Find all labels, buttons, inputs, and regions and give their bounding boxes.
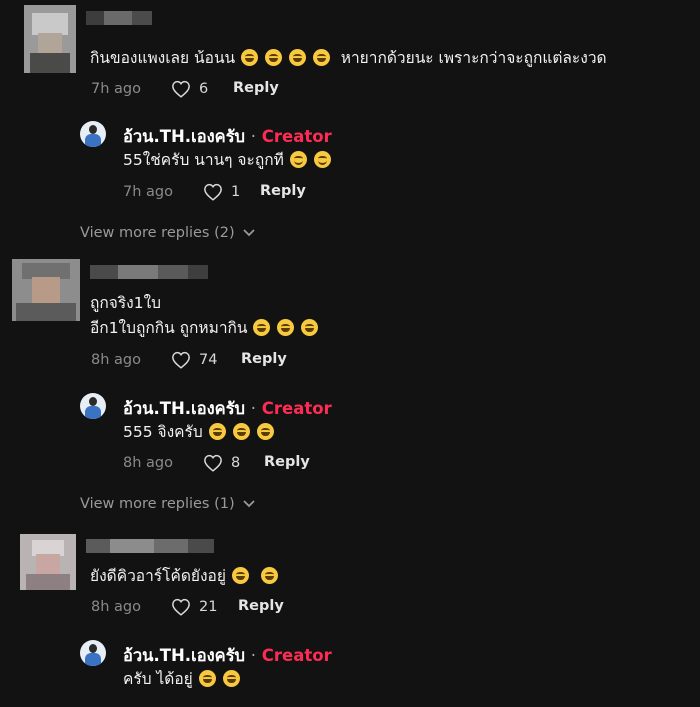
- creator-name[interactable]: อ้วน.TH.เองครับ: [123, 127, 245, 146]
- reply-text: ครับ ได้อยู่: [123, 668, 241, 690]
- reply-button[interactable]: Reply: [264, 454, 310, 470]
- heart-icon[interactable]: [171, 598, 191, 616]
- creator-avatar[interactable]: [80, 393, 106, 419]
- grinning-emoji-icon: [256, 423, 274, 440]
- reply-button[interactable]: Reply: [260, 183, 306, 199]
- creator-name[interactable]: อ้วน.TH.เองครับ: [123, 399, 245, 418]
- like-button[interactable]: 6: [171, 80, 208, 98]
- sweat-smile-emoji-icon: [231, 567, 249, 584]
- creator-name-line[interactable]: อ้วน.TH.เองครับ · Creator: [123, 643, 332, 669]
- view-more-replies[interactable]: View more replies (1): [80, 496, 255, 512]
- grinning-emoji-icon: [232, 423, 250, 440]
- separator-dot: ·: [250, 127, 257, 146]
- like-button[interactable]: 1: [203, 183, 240, 201]
- user-avatar[interactable]: [24, 5, 76, 73]
- comment-time: 8h ago: [91, 352, 141, 368]
- creator-name-line[interactable]: อ้วน.TH.เองครับ · Creator: [123, 124, 332, 150]
- comment-time: 7h ago: [91, 81, 141, 97]
- comment-time: 8h ago: [91, 599, 141, 615]
- heart-icon[interactable]: [203, 454, 223, 472]
- laughing-emoji-icon: [301, 319, 319, 336]
- separator-dot: ·: [250, 399, 257, 418]
- like-count: 6: [199, 81, 209, 97]
- like-count: 74: [199, 352, 218, 368]
- creator-badge: Creator: [261, 127, 332, 146]
- reply-time: 8h ago: [123, 455, 173, 471]
- laughing-emoji-icon: [253, 319, 271, 336]
- like-count: 1: [231, 184, 241, 200]
- creator-avatar[interactable]: [80, 121, 106, 147]
- user-avatar[interactable]: [12, 259, 80, 321]
- like-button[interactable]: 21: [171, 598, 217, 616]
- comment-text: กินของแพงเลย น้อนน หายากด้วยนะ เพราะกว่า…: [90, 49, 607, 67]
- sweat-smile-emoji-icon: [260, 567, 278, 584]
- laughing-emoji-icon: [288, 49, 306, 66]
- creator-name-line[interactable]: อ้วน.TH.เองครับ · Creator: [123, 396, 332, 422]
- like-button[interactable]: 74: [171, 351, 217, 369]
- username-blurred[interactable]: [90, 264, 208, 279]
- creator-badge: Creator: [261, 399, 332, 418]
- view-more-label[interactable]: View more replies (1): [80, 496, 235, 512]
- laughing-emoji-icon: [241, 49, 259, 66]
- reply-button[interactable]: Reply: [241, 351, 287, 367]
- like-button[interactable]: 8: [203, 454, 240, 472]
- heart-icon[interactable]: [171, 351, 191, 369]
- comment-text: อีก1ใบถูกกิน ถูกหมากิน: [90, 317, 319, 339]
- reply-button[interactable]: Reply: [238, 598, 284, 614]
- grinning-emoji-icon: [198, 670, 216, 687]
- username-blurred[interactable]: [86, 10, 152, 25]
- grinning-emoji-icon: [222, 670, 240, 687]
- reply-text: 555 จิงครับ: [123, 421, 275, 443]
- laughing-emoji-icon: [265, 49, 283, 66]
- like-count: 21: [199, 599, 218, 615]
- user-avatar[interactable]: [20, 534, 76, 590]
- reply-text: 55ใช่ครับ นานๆ จะถูกที: [123, 149, 332, 171]
- chevron-down-icon: [243, 229, 255, 237]
- creator-name[interactable]: อ้วน.TH.เองครับ: [123, 646, 245, 665]
- smiling-emoji-icon: [313, 151, 331, 168]
- creator-badge: Creator: [261, 646, 332, 665]
- reply-time: 7h ago: [123, 184, 173, 200]
- smiling-emoji-icon: [289, 151, 307, 168]
- comment-text: ถูกจริง1ใบ: [90, 294, 162, 312]
- comment-text: ยังดีคิวอาร์โค้ดยังอยู่: [90, 565, 279, 587]
- view-more-replies[interactable]: View more replies (2): [80, 225, 255, 241]
- username-blurred[interactable]: [86, 538, 214, 553]
- grinning-emoji-icon: [208, 423, 226, 440]
- heart-icon[interactable]: [203, 183, 223, 201]
- separator-dot: ·: [250, 646, 257, 665]
- like-count: 8: [231, 455, 241, 471]
- chevron-down-icon: [243, 500, 255, 508]
- creator-avatar[interactable]: [80, 640, 106, 666]
- view-more-label[interactable]: View more replies (2): [80, 225, 235, 241]
- heart-icon[interactable]: [171, 80, 191, 98]
- laughing-emoji-icon: [277, 319, 295, 336]
- laughing-emoji-icon: [312, 49, 330, 66]
- comments-panel: กินของแพงเลย น้อนน หายากด้วยนะ เพราะกว่า…: [0, 0, 700, 707]
- reply-button[interactable]: Reply: [233, 80, 279, 96]
